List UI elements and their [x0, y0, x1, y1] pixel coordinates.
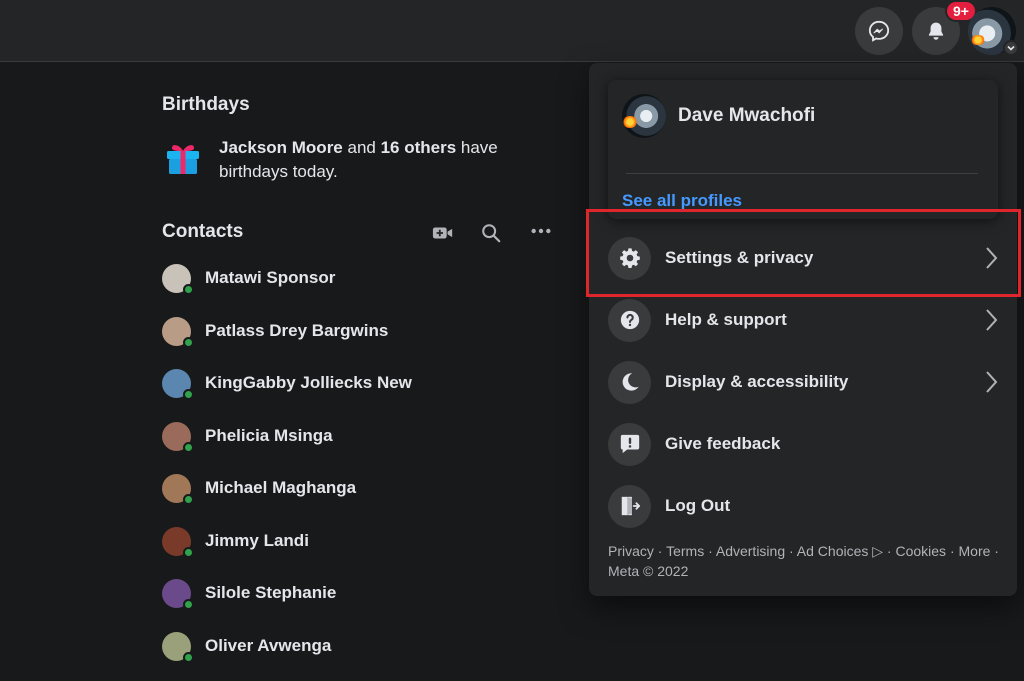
menu-item-log-out[interactable]: Log Out: [608, 478, 998, 534]
video-call-icon[interactable]: [432, 222, 454, 244]
gift-icon: [167, 145, 199, 174]
avatar: [162, 578, 194, 610]
birthday-others[interactable]: 16 others: [381, 138, 457, 157]
contact-name: Michael Maghanga: [205, 478, 357, 497]
avatar: [162, 263, 194, 295]
see-all-profiles-link[interactable]: See all profiles: [622, 191, 742, 211]
avatar: [622, 94, 666, 138]
divider: [626, 173, 978, 174]
top-bar: 9+: [0, 0, 1024, 62]
contact-item[interactable]: Michael Maghanga: [162, 468, 356, 508]
footer-links[interactable]: Privacy · Terms · Advertising · Ad Choic…: [608, 541, 1003, 581]
account-menu: Dave Mwachofi See all profiles Settings …: [589, 63, 1017, 596]
contact-name: Patlass Drey Bargwins: [205, 321, 389, 340]
online-indicator: [183, 388, 194, 400]
chevron-down-icon[interactable]: [1003, 40, 1019, 56]
contact-item[interactable]: KingGabby Jolliecks New: [162, 363, 412, 403]
contact-name: Matawi Sponsor: [205, 268, 336, 287]
contact-name: Jimmy Landi: [205, 531, 309, 550]
moon-icon: [608, 360, 651, 404]
highlight-box: [586, 209, 1021, 297]
contact-item[interactable]: Oliver Avwenga: [162, 626, 331, 666]
avatar: [162, 421, 194, 453]
bell-icon: [928, 22, 944, 40]
contact-item[interactable]: Phelicia Msinga: [162, 416, 333, 456]
contact-item[interactable]: Patlass Drey Bargwins: [162, 311, 388, 351]
online-indicator: [183, 336, 194, 348]
contact-item[interactable]: Matawi Sponsor: [162, 258, 335, 298]
messenger-icon: [868, 20, 890, 42]
avatar: [162, 368, 194, 400]
online-indicator: [183, 651, 194, 663]
menu-item-give-feedback[interactable]: Give feedback: [608, 416, 998, 472]
menu-item-label: Log Out: [665, 496, 731, 515]
birthday-and: and: [342, 138, 381, 157]
chevron-right-icon: [986, 371, 998, 393]
avatar: [162, 316, 194, 348]
contacts-heading: Contacts: [162, 221, 244, 242]
menu-item-label: Give feedback: [665, 434, 781, 453]
online-indicator: [183, 283, 194, 295]
online-indicator: [183, 598, 194, 610]
profile-card: Dave Mwachofi See all profiles: [608, 80, 998, 219]
messenger-button[interactable]: [855, 7, 903, 55]
contact-item[interactable]: Jimmy Landi: [162, 521, 309, 561]
search-icon[interactable]: [480, 222, 502, 244]
avatar: [162, 526, 194, 558]
online-indicator: [183, 546, 194, 558]
contact-name: Oliver Avwenga: [205, 636, 332, 655]
chevron-right-icon: [986, 309, 998, 331]
profile-row[interactable]: Dave Mwachofi: [622, 94, 815, 138]
birthdays-heading: Birthdays: [162, 94, 250, 115]
online-indicator: [183, 493, 194, 505]
menu-item-help-support[interactable]: Help & support: [608, 292, 998, 348]
menu-item-label: Display & accessibility: [665, 372, 849, 391]
menu-item-display-accessibility[interactable]: Display & accessibility: [608, 354, 998, 410]
feedback-icon: [608, 422, 651, 466]
birthday-message[interactable]: Jackson Moore and 16 others have birthda…: [219, 136, 519, 184]
logout-icon: [608, 484, 651, 528]
contact-name: Silole Stephanie: [205, 583, 337, 602]
online-indicator: [183, 441, 194, 453]
contact-name: KingGabby Jolliecks New: [205, 373, 412, 392]
avatar: [162, 473, 194, 505]
birthday-person[interactable]: Jackson Moore: [219, 138, 343, 157]
profile-name: Dave Mwachofi: [678, 105, 816, 126]
question-icon: [608, 298, 651, 342]
more-options-icon[interactable]: [530, 220, 552, 242]
avatar: [162, 631, 194, 663]
contact-name: Phelicia Msinga: [205, 426, 333, 445]
menu-item-label: Help & support: [665, 310, 787, 329]
contact-item[interactable]: Silole Stephanie: [162, 573, 336, 613]
